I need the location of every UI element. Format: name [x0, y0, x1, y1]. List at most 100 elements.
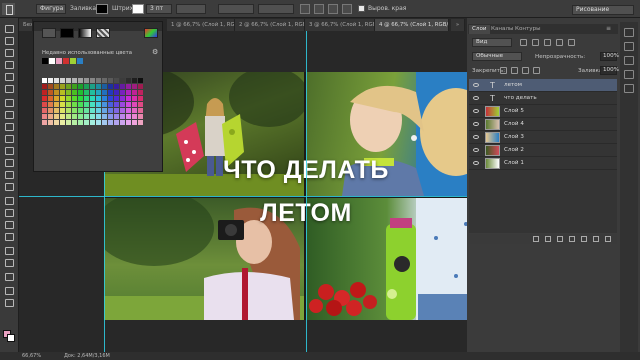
quick-mask-icon[interactable]: [4, 286, 14, 295]
color-swatch[interactable]: [120, 102, 125, 107]
color-swatch[interactable]: [96, 78, 101, 83]
color-swatch[interactable]: [54, 96, 59, 101]
color-swatch[interactable]: [102, 102, 107, 107]
zoom-tool-icon[interactable]: [4, 258, 14, 267]
color-swatch[interactable]: [72, 84, 77, 89]
clone-stamp-tool-icon[interactable]: [4, 122, 14, 131]
color-swatch[interactable]: [132, 78, 137, 83]
color-swatch[interactable]: [102, 114, 107, 119]
filter-pixel-icon[interactable]: [520, 39, 527, 46]
color-swatch[interactable]: [48, 96, 53, 101]
screen-mode-icon[interactable]: [4, 298, 14, 307]
color-swatch[interactable]: [60, 78, 65, 83]
color-swatch[interactable]: [114, 114, 119, 119]
quick-select-tool-icon[interactable]: [4, 60, 14, 69]
layer-row[interactable]: Слой 5: [469, 105, 617, 118]
layer-filter-dropdown[interactable]: Вид: [472, 38, 512, 47]
path-arrangement-icon[interactable]: [328, 4, 338, 14]
color-swatch[interactable]: [78, 78, 83, 83]
solid-color-icon[interactable]: [60, 28, 74, 38]
color-swatch[interactable]: [72, 78, 77, 83]
color-swatch[interactable]: [126, 84, 131, 89]
layer-row[interactable]: Слой 3: [469, 131, 617, 144]
color-swatch[interactable]: [54, 84, 59, 89]
color-swatch[interactable]: [60, 84, 65, 89]
stroke-type-dropdown[interactable]: [176, 4, 206, 14]
background-color-swatch[interactable]: [7, 334, 15, 342]
add-mask-icon[interactable]: [557, 236, 563, 242]
color-swatch[interactable]: [90, 120, 95, 125]
pen-tool-icon[interactable]: [4, 196, 14, 205]
color-swatch[interactable]: [132, 84, 137, 89]
color-swatch[interactable]: [102, 120, 107, 125]
color-swatch[interactable]: [126, 78, 131, 83]
color-swatch[interactable]: [96, 114, 101, 119]
properties-panel-icon[interactable]: [624, 42, 634, 51]
healing-brush-tool-icon[interactable]: [4, 98, 14, 107]
color-swatch[interactable]: [96, 96, 101, 101]
color-swatch[interactable]: [66, 120, 71, 125]
color-swatch[interactable]: [60, 120, 65, 125]
color-swatch[interactable]: [138, 84, 143, 89]
color-swatch[interactable]: [42, 120, 47, 125]
color-swatch[interactable]: [114, 120, 119, 125]
color-swatch[interactable]: [102, 90, 107, 95]
color-swatch[interactable]: [90, 108, 95, 113]
layer-row[interactable]: T летом: [469, 79, 617, 92]
color-swatch[interactable]: [126, 90, 131, 95]
color-swatch[interactable]: [90, 102, 95, 107]
color-swatch[interactable]: [90, 84, 95, 89]
tab-document-0[interactable]: Без: [19, 19, 33, 31]
color-swatch[interactable]: [84, 108, 89, 113]
adjustment-layer-icon[interactable]: [569, 236, 575, 242]
dodge-tool-icon[interactable]: [4, 182, 14, 191]
pattern-icon[interactable]: [96, 28, 110, 38]
visibility-eye-icon[interactable]: [473, 109, 479, 113]
color-swatch[interactable]: [132, 96, 137, 101]
color-swatch[interactable]: [72, 90, 77, 95]
color-swatch[interactable]: [78, 120, 83, 125]
filter-text-icon[interactable]: [544, 39, 551, 46]
color-swatch[interactable]: [102, 96, 107, 101]
color-swatch[interactable]: [108, 90, 113, 95]
link-layers-icon[interactable]: [533, 236, 539, 242]
zoom-level[interactable]: 66,67%: [22, 353, 41, 359]
color-swatch[interactable]: [60, 114, 65, 119]
shape-tool-icon[interactable]: [4, 232, 14, 241]
workspace-dropdown[interactable]: Рисование: [572, 5, 634, 15]
color-swatch[interactable]: [54, 102, 59, 107]
lock-all-icon[interactable]: [533, 67, 540, 74]
color-swatch[interactable]: [48, 120, 53, 125]
color-swatch[interactable]: [114, 78, 119, 83]
lasso-tool-icon[interactable]: [4, 48, 14, 57]
color-swatch[interactable]: [84, 96, 89, 101]
color-swatch[interactable]: [78, 84, 83, 89]
color-swatch[interactable]: [66, 114, 71, 119]
color-swatch[interactable]: [78, 114, 83, 119]
color-swatch[interactable]: [132, 108, 137, 113]
fill-swatch[interactable]: [96, 4, 108, 14]
color-swatch[interactable]: [60, 108, 65, 113]
height-field[interactable]: [258, 4, 294, 14]
color-swatch[interactable]: [78, 102, 83, 107]
crop-tool-icon[interactable]: [4, 72, 14, 81]
color-swatch[interactable]: [102, 108, 107, 113]
brush-panel-icon[interactable]: [624, 84, 634, 93]
color-swatch[interactable]: [48, 84, 53, 89]
color-swatch[interactable]: [60, 90, 65, 95]
color-swatch[interactable]: [126, 102, 131, 107]
color-swatch[interactable]: [138, 78, 143, 83]
recent-color-swatch[interactable]: [70, 58, 76, 64]
tab-document-4[interactable]: 4 @ 66,7% (Слой 1, RGB/8) *: [375, 19, 449, 31]
more-tabs-icon[interactable]: »: [451, 19, 465, 31]
swatch-grid[interactable]: [42, 78, 148, 128]
visibility-eye-icon[interactable]: [473, 83, 479, 87]
color-swatch[interactable]: [96, 102, 101, 107]
color-swatch[interactable]: [48, 114, 53, 119]
stroke-swatch[interactable]: [132, 4, 144, 14]
color-swatch[interactable]: [90, 96, 95, 101]
color-swatch[interactable]: [108, 114, 113, 119]
color-swatch[interactable]: [72, 102, 77, 107]
path-alignment-icon[interactable]: [314, 4, 324, 14]
color-swatch[interactable]: [72, 114, 77, 119]
